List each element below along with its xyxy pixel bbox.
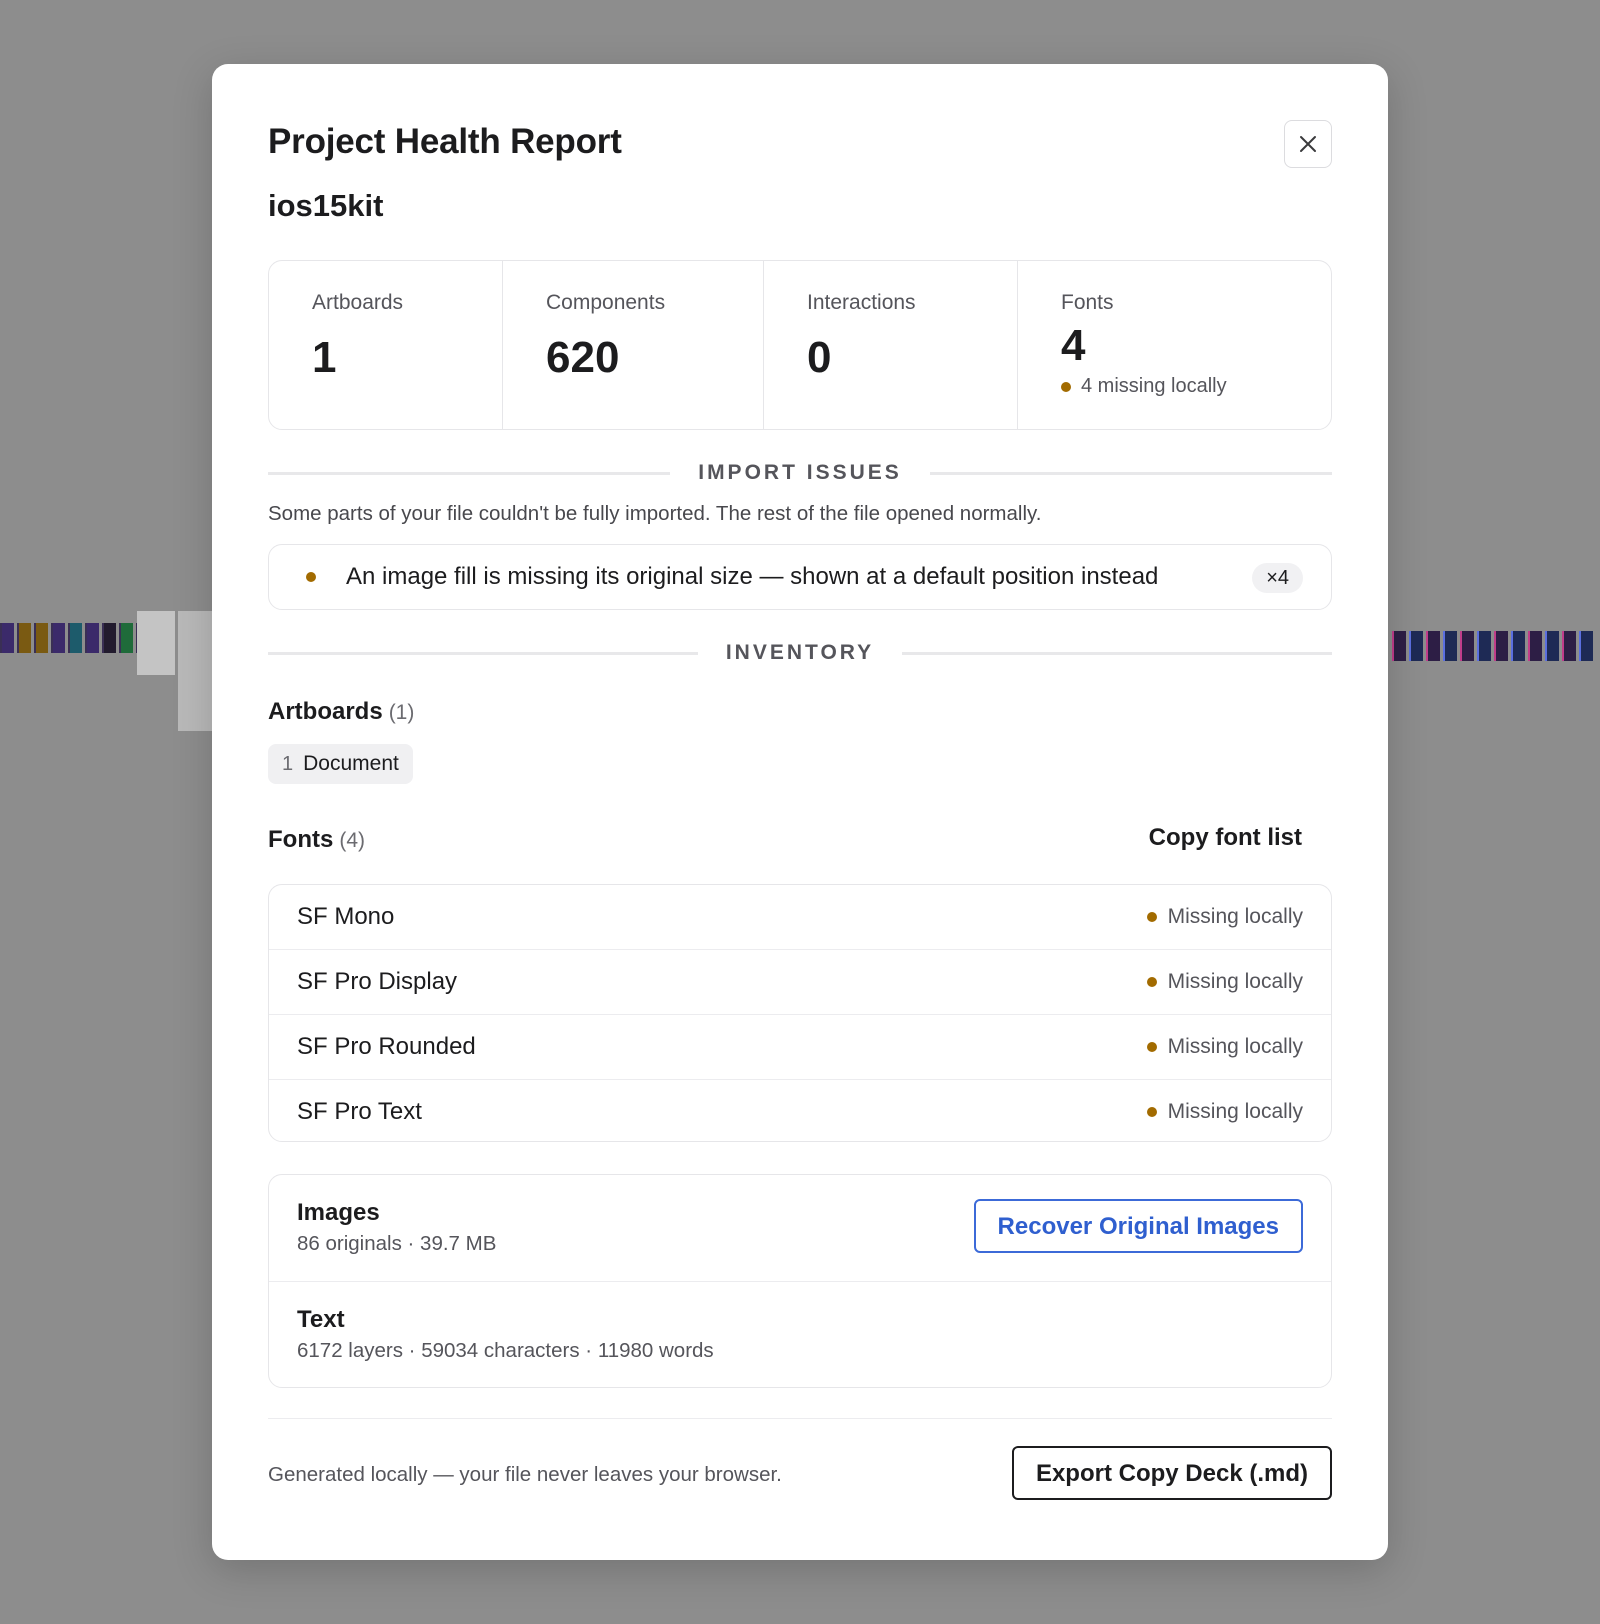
font-row: SF Mono Missing locally: [269, 885, 1331, 950]
modal-title: Project Health Report: [268, 122, 622, 161]
font-status-text: Missing locally: [1167, 1100, 1303, 1123]
import-issues-divider: IMPORT ISSUES: [268, 458, 1332, 488]
font-name: SF Pro Display: [297, 968, 458, 995]
fonts-missing-text: 4 missing locally: [1081, 375, 1227, 397]
stat-value: 1: [312, 333, 337, 382]
close-button[interactable]: [1284, 120, 1332, 168]
canvas-thumbnails-left: [0, 623, 150, 653]
export-copy-deck-button[interactable]: Export Copy Deck (.md): [1011, 1446, 1332, 1500]
warning-dot-icon: [1146, 1042, 1157, 1052]
stat-label: Artboards: [312, 291, 404, 314]
warning-dot-icon: [1146, 1107, 1157, 1117]
stat-value: 0: [807, 333, 832, 382]
stat-artboards: Artboards 1: [269, 261, 503, 429]
inventory-divider: INVENTORY: [268, 638, 1333, 668]
issue-text: An image fill is missing its original si…: [346, 563, 1159, 590]
inventory-heading: INVENTORY: [725, 641, 875, 664]
canvas-swatch-page: [178, 611, 214, 731]
images-row: Images 86 originals · 39.7 MB Recover Or…: [269, 1175, 1331, 1281]
warning-dot-icon: [1146, 977, 1157, 987]
artboards-count: (1): [388, 701, 415, 724]
font-status: Missing locally: [1146, 1100, 1303, 1124]
footer-note: Generated locally — your file never leav…: [268, 1463, 782, 1486]
close-icon: [1300, 136, 1316, 152]
stat-label: Interactions: [807, 291, 916, 314]
warning-dot-icon: [1146, 912, 1157, 922]
import-issues-description: Some parts of your file couldn't be full…: [268, 502, 1042, 525]
stat-label: Fonts: [1061, 291, 1114, 314]
font-status: Missing locally: [1146, 1035, 1303, 1059]
fonts-title: Fonts: [268, 826, 334, 853]
footer-divider: [268, 1418, 1332, 1419]
stat-components: Components 620: [503, 261, 764, 429]
warning-dot-icon: [306, 572, 316, 582]
stat-value: 620: [546, 333, 620, 382]
canvas-page-thumbnail: [137, 611, 175, 675]
images-title: Images: [297, 1199, 380, 1226]
stats-panel: Artboards 1 Components 620 Interactions …: [268, 260, 1332, 430]
fonts-heading: Fonts (4): [268, 826, 365, 854]
assets-card: Images 86 originals · 39.7 MB Recover Or…: [268, 1174, 1332, 1388]
font-list: SF Mono Missing locally SF Pro Display M…: [268, 884, 1332, 1142]
stat-value: 4: [1061, 321, 1086, 370]
font-row: SF Pro Text Missing locally: [269, 1080, 1331, 1141]
recover-original-images-button[interactable]: Recover Original Images: [973, 1199, 1303, 1253]
font-row: SF Pro Display Missing locally: [269, 950, 1331, 1015]
canvas-thumbnails-right: [1392, 631, 1593, 661]
images-summary: 86 originals · 39.7 MB: [297, 1232, 497, 1255]
project-health-modal: Project Health Report ios15kit Artboards…: [212, 64, 1388, 1560]
font-status-text: Missing locally: [1167, 970, 1303, 993]
artboard-chip[interactable]: 1 Document: [268, 744, 413, 784]
warning-dot-icon: [1061, 381, 1071, 392]
import-issues-heading: IMPORT ISSUES: [698, 461, 902, 484]
text-title: Text: [297, 1306, 345, 1333]
text-row: Text 6172 layers · 59034 characters · 11…: [269, 1281, 1331, 1387]
artboards-title: Artboards: [268, 698, 383, 725]
issue-item: An image fill is missing its original si…: [268, 544, 1332, 610]
fonts-count: (4): [339, 829, 365, 852]
stat-interactions: Interactions 0: [764, 261, 1018, 429]
project-name: ios15kit: [268, 188, 384, 223]
stat-label: Components: [546, 291, 666, 314]
copy-font-list-button[interactable]: Copy font list: [1149, 824, 1302, 852]
font-status-text: Missing locally: [1167, 1035, 1303, 1058]
artboard-name: Document: [303, 752, 399, 775]
fonts-missing-note: 4 missing locally: [1061, 375, 1227, 398]
font-name: SF Mono: [297, 903, 395, 930]
font-name: SF Pro Rounded: [297, 1033, 476, 1060]
issue-count-badge: ×4: [1252, 563, 1303, 593]
font-status: Missing locally: [1146, 970, 1303, 994]
text-summary: 6172 layers · 59034 characters · 11980 w…: [297, 1339, 714, 1362]
stat-fonts: Fonts 4 4 missing locally: [1018, 261, 1331, 429]
artboard-index: 1: [282, 752, 294, 775]
font-status: Missing locally: [1146, 905, 1303, 929]
font-row: SF Pro Rounded Missing locally: [269, 1015, 1331, 1080]
font-status-text: Missing locally: [1167, 905, 1303, 928]
font-name: SF Pro Text: [297, 1098, 422, 1125]
artboards-heading: Artboards (1): [268, 698, 414, 726]
